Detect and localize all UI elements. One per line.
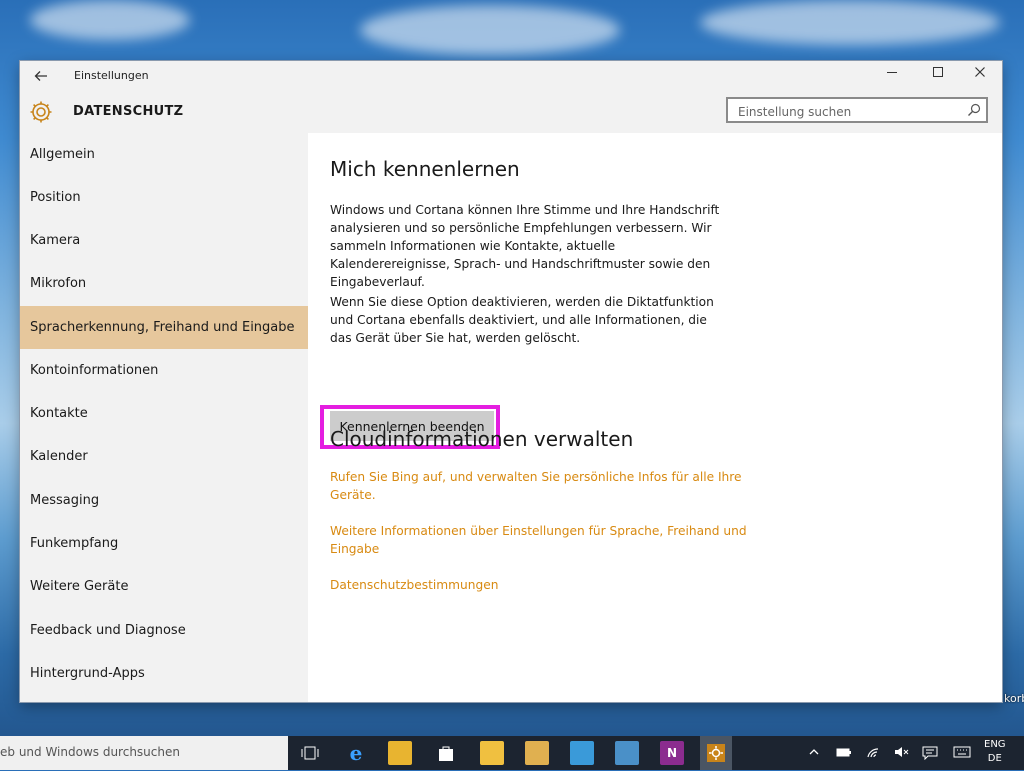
sidebar-item-mikrofon[interactable]: Mikrofon [20,262,308,305]
taskbar: eb und Windows durchsuchen e N ENG DE [0,736,1024,770]
desktop-icon-label[interactable]: korb [1004,692,1024,705]
wifi-icon[interactable] [866,746,882,761]
language-code: ENG [984,739,1006,750]
sidebar-item-kontoinformationen[interactable]: Kontoinformationen [20,349,308,392]
sidebar-item-spracherkennung[interactable]: Spracherkennung, Freihand und Eingabe [20,306,308,349]
title-bar: Einstellungen [20,61,1002,91]
settings-taskbar-button[interactable] [700,736,732,770]
desktop-cloud [360,5,620,55]
description-paragraph: Windows und Cortana können Ihre Stimme u… [330,203,720,289]
warning-paragraph: Wenn Sie diese Option deaktivieren, werd… [330,295,714,345]
language-indicator[interactable]: ENG DE [984,738,1006,766]
minimize-button[interactable] [870,61,914,89]
onenote-icon[interactable]: N [660,741,684,765]
task-view-button[interactable] [298,741,322,765]
close-icon [975,67,985,77]
battery-icon[interactable] [836,746,852,761]
sidebar-item-allgemein[interactable]: Allgemein [20,133,308,176]
sidebar: Allgemein Position Kamera Mikrofon Sprac… [20,133,308,702]
store-bag-icon [439,746,453,761]
app-icon[interactable] [570,741,594,765]
settings-header: DATENSCHUTZ [20,91,1002,133]
task-view-icon [301,746,319,760]
settings-window: Einstellungen DATENSCHUTZ A [20,61,1002,702]
sidebar-item-kontakte[interactable]: Kontakte [20,392,308,435]
minimize-icon [887,72,897,73]
sidebar-item-hintergrund-apps[interactable]: Hintergrund-Apps [20,652,308,695]
search-icon[interactable] [966,102,982,118]
gear-icon [30,101,52,123]
settings-gear-icon [707,744,725,762]
back-button[interactable] [30,65,52,87]
sidebar-item-weitere-geraete[interactable]: Weitere Geräte [20,565,308,608]
notes-icon[interactable] [480,741,504,765]
keyboard-icon[interactable] [953,746,971,761]
computer-icon[interactable] [615,741,639,765]
sidebar-item-kamera[interactable]: Kamera [20,219,308,262]
keyboard-layout-code: DE [987,753,1002,764]
link-bing[interactable]: Rufen Sie Bing auf, und verwalten Sie pe… [330,468,750,504]
chevron-up-icon[interactable] [808,746,820,761]
sidebar-item-funkempfang[interactable]: Funkempfang [20,522,308,565]
sidebar-item-position[interactable]: Position [20,176,308,219]
heading-cloudinformationen: Cloudinformationen verwalten [330,427,634,451]
desktop-cloud [700,0,1000,45]
store-icon[interactable] [434,741,458,765]
taskbar-search-text: eb und Windows durchsuchen [0,745,180,759]
link-weitere-informationen[interactable]: Weitere Informationen über Einstellungen… [330,522,750,558]
heading-mich-kennenlernen: Mich kennenlernen [330,157,520,181]
desktop-cloud [30,0,190,40]
maximize-button[interactable] [916,61,960,89]
settings-search[interactable] [726,97,988,123]
search-input[interactable] [736,102,960,122]
close-button[interactable] [958,61,1002,89]
sidebar-item-kalender[interactable]: Kalender [20,435,308,478]
documents-icon[interactable] [525,741,549,765]
volume-mute-icon[interactable] [894,746,910,761]
maximize-icon [933,67,943,77]
file-explorer-icon[interactable] [388,741,412,765]
notification-icon[interactable] [922,746,938,763]
content-pane: Mich kennenlernen Windows und Cortana kö… [308,133,1002,702]
window-title: Einstellungen [74,69,149,82]
back-arrow-icon [34,71,47,81]
sidebar-item-feedback[interactable]: Feedback und Diagnose [20,609,308,652]
section-title: DATENSCHUTZ [73,104,184,119]
taskbar-search-box[interactable]: eb und Windows durchsuchen [0,736,288,770]
edge-icon[interactable]: e [344,741,368,765]
sidebar-item-messaging[interactable]: Messaging [20,479,308,522]
link-datenschutzbestimmungen[interactable]: Datenschutzbestimmungen [330,576,750,594]
